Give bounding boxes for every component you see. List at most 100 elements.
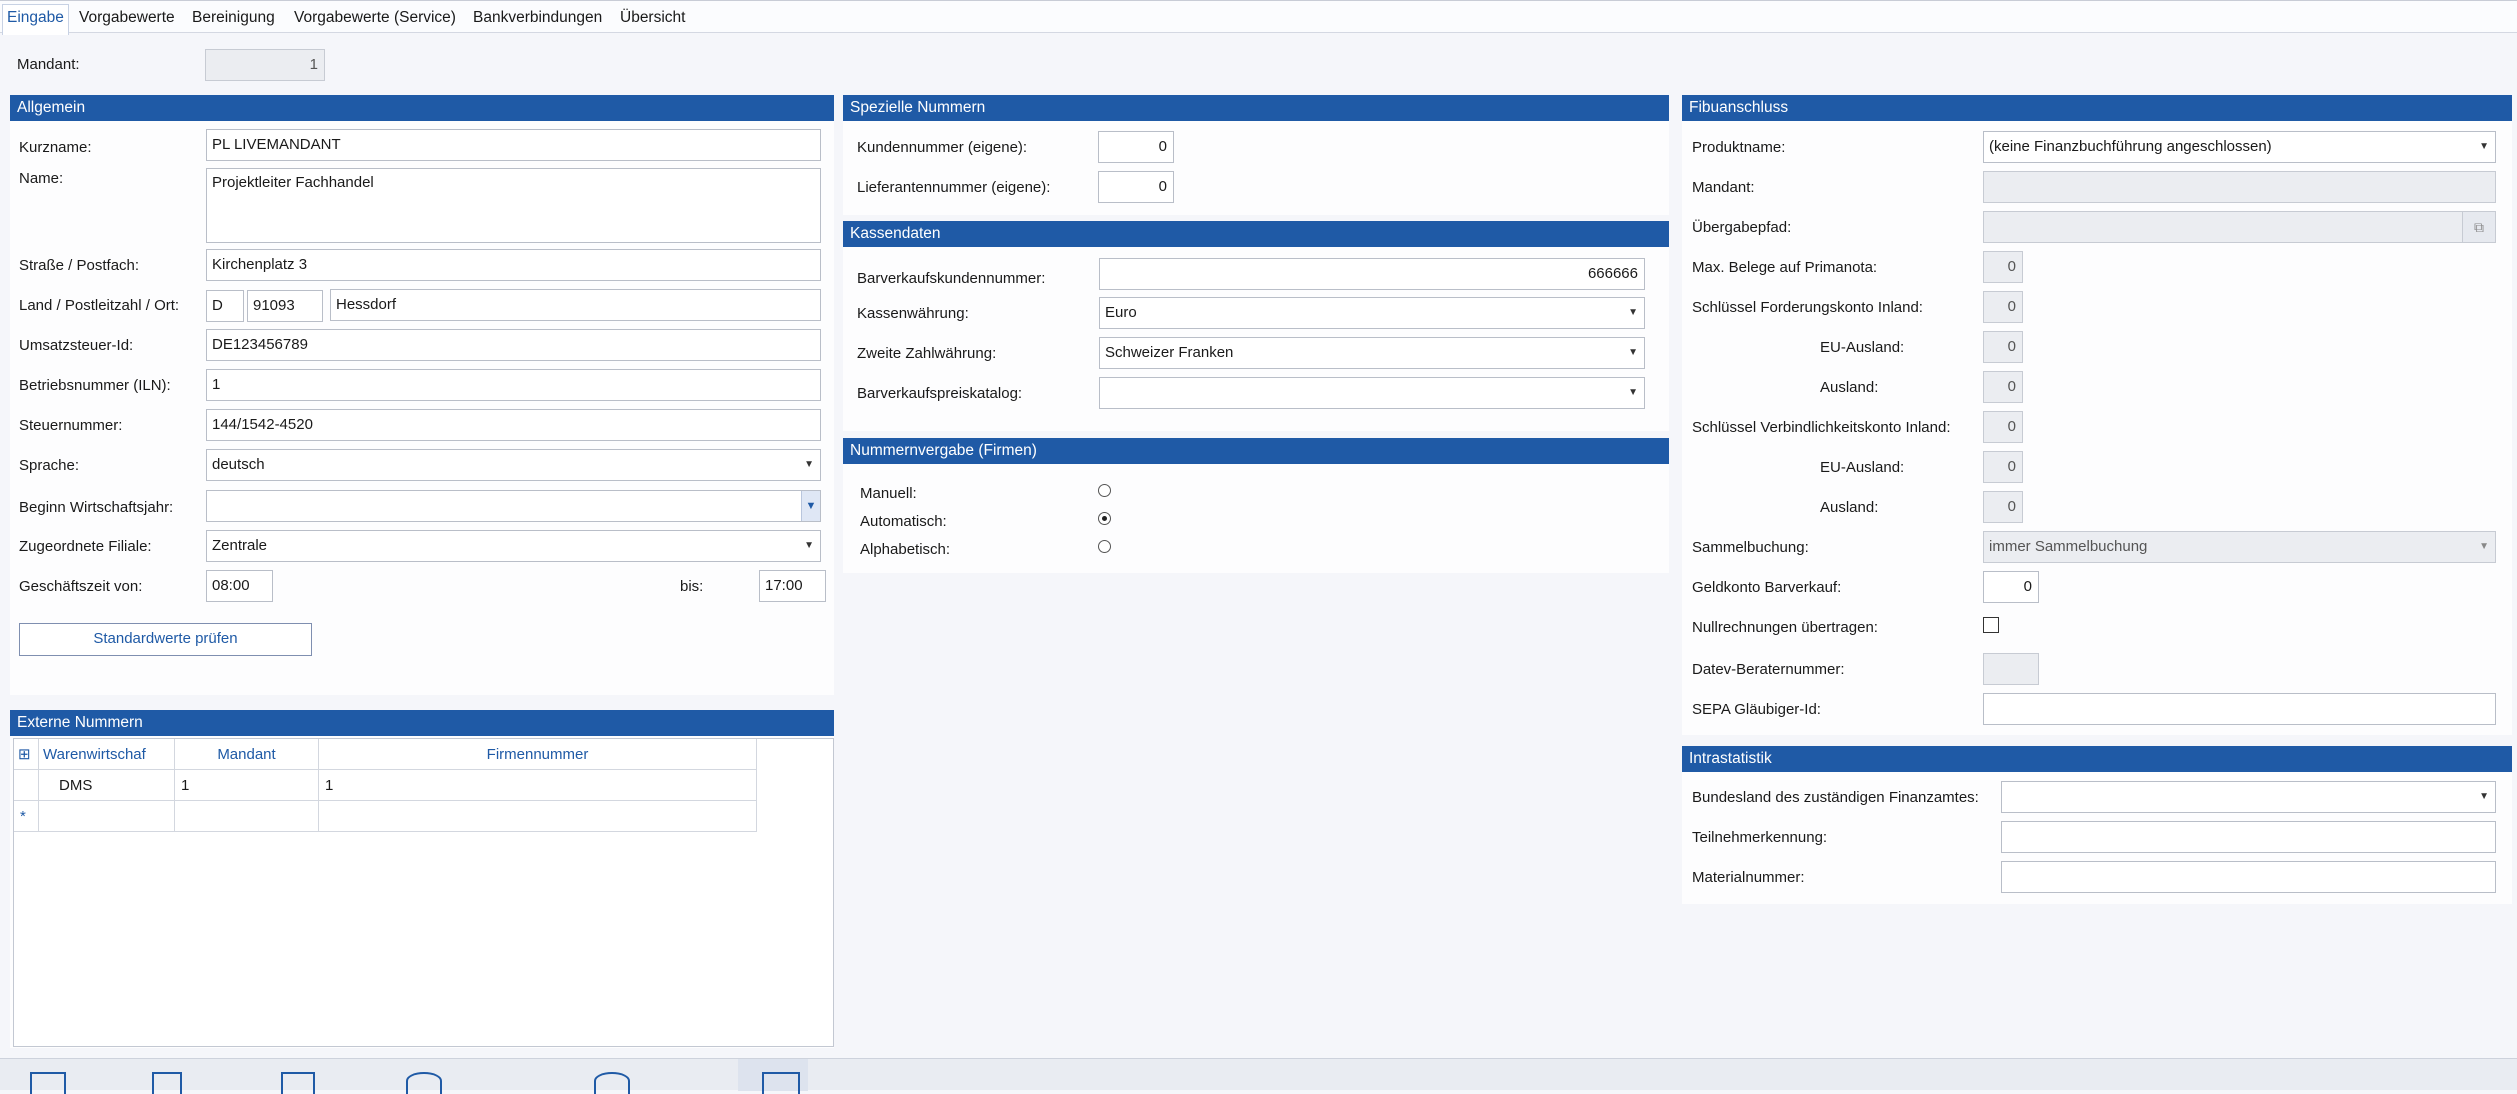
land-input[interactable]: D bbox=[206, 290, 244, 322]
fibu-mandant-input bbox=[1983, 171, 2496, 203]
grid-header-mandant[interactable]: Mandant bbox=[175, 739, 319, 770]
name-label: Name: bbox=[19, 170, 64, 187]
standardwerte-button[interactable]: Standardwerte prüfen bbox=[19, 623, 312, 656]
preiskatalog-select[interactable]: ▼ bbox=[1099, 377, 1645, 409]
belege-input: 0 bbox=[1983, 251, 2023, 283]
grid-cell-firmennummer[interactable]: 1 bbox=[319, 770, 757, 801]
tab-vorgabewerte-service[interactable]: Vorgabewerte (Service) bbox=[290, 5, 460, 31]
uebergabepfad-input: ⧉ bbox=[1983, 211, 2496, 243]
sprache-select[interactable]: deutsch ▼ bbox=[206, 449, 821, 481]
land-label: Land / Postleitzahl / Ort: bbox=[19, 297, 180, 314]
panel-fibuanschluss-header: Fibuanschluss bbox=[1682, 95, 2512, 121]
name-input[interactable]: Projektleiter Fachhandel bbox=[206, 168, 821, 243]
tab-vorgabewerte[interactable]: Vorgabewerte bbox=[75, 5, 179, 31]
strasse-input[interactable]: Kirchenplatz 3 bbox=[206, 249, 821, 281]
chevron-down-icon: ▼ bbox=[2479, 791, 2489, 802]
chevron-down-icon[interactable]: ▼ bbox=[801, 491, 820, 521]
grid-cell-mandant[interactable]: 1 bbox=[175, 770, 319, 801]
zeit-von-label: Geschäftszeit von: bbox=[19, 578, 143, 595]
chevron-down-icon: ▼ bbox=[804, 540, 814, 551]
uebergabepfad-label: Übergabepfad: bbox=[1692, 219, 1792, 236]
produktname-label: Produktname: bbox=[1692, 139, 1786, 156]
grid-new-cell[interactable] bbox=[39, 801, 175, 832]
zeit-von-input[interactable]: 08:00 bbox=[206, 570, 273, 602]
tab-bankverbindungen[interactable]: Bankverbindungen bbox=[469, 5, 606, 31]
door-icon[interactable] bbox=[152, 1072, 182, 1094]
panel-nummernvergabe: Nummernvergabe (Firmen) bbox=[843, 438, 1669, 573]
tab-eingabe[interactable]: Eingabe bbox=[2, 4, 69, 35]
sammelbuchung-select: immer Sammelbuchung ▼ bbox=[1983, 531, 2496, 563]
ust-input[interactable]: DE123456789 bbox=[206, 329, 821, 361]
grid-row-indicator bbox=[14, 770, 39, 801]
nullrechnungen-checkbox[interactable] bbox=[1983, 617, 1999, 633]
verbindlichkeit-input: 0 bbox=[1983, 411, 2023, 443]
zeit-bis-input[interactable]: 17:00 bbox=[759, 570, 826, 602]
lieferantennummer-label: Lieferantennummer (eigene): bbox=[857, 179, 1051, 196]
teilnehmer-label: Teilnehmerkennung: bbox=[1692, 829, 1828, 846]
grid-header-warenwirtschaft[interactable]: Warenwirtschaf bbox=[39, 739, 175, 770]
fibu-mandant-label: Mandant: bbox=[1692, 179, 1755, 196]
teilnehmer-input[interactable] bbox=[2001, 821, 2496, 853]
database-icon[interactable] bbox=[594, 1072, 630, 1094]
preiskatalog-label: Barverkaufspreiskatalog: bbox=[857, 385, 1023, 402]
save-icon[interactable] bbox=[281, 1072, 315, 1094]
grid-new-cell[interactable] bbox=[175, 801, 319, 832]
building-icon[interactable] bbox=[762, 1072, 800, 1094]
verbindlichkeit-label: Schlüssel Verbindlichkeitskonto Inland: bbox=[1692, 419, 1951, 436]
iln-input[interactable]: 1 bbox=[206, 369, 821, 401]
radio-alphabetisch[interactable] bbox=[1098, 540, 1111, 553]
iln-label: Betriebsnummer (ILN): bbox=[19, 377, 171, 394]
kassenwaehrung-select[interactable]: Euro ▼ bbox=[1099, 297, 1645, 329]
radio-automatisch-label: Automatisch: bbox=[860, 513, 947, 530]
grid-new-cell[interactable] bbox=[319, 801, 757, 832]
wj-select[interactable]: ▼ bbox=[206, 490, 821, 522]
materialnummer-input[interactable] bbox=[2001, 861, 2496, 893]
chevron-down-icon: ▼ bbox=[1628, 347, 1638, 358]
new-row-icon[interactable]: * bbox=[14, 801, 39, 832]
chevron-down-icon: ▼ bbox=[1628, 387, 1638, 398]
bundesland-select[interactable]: ▼ bbox=[2001, 781, 2496, 813]
zweite-waehrung-select[interactable]: Schweizer Franken ▼ bbox=[1099, 337, 1645, 369]
radio-automatisch[interactable] bbox=[1098, 512, 1111, 525]
window-icon[interactable] bbox=[30, 1072, 66, 1094]
datev-label: Datev-Beraternummer: bbox=[1692, 661, 1845, 678]
sepa-input[interactable] bbox=[1983, 693, 2496, 725]
tab-bereinigung[interactable]: Bereinigung bbox=[188, 5, 279, 31]
verbindlichkeit-ausland-label: Ausland: bbox=[1820, 499, 1879, 516]
barverkaufskunde-input[interactable]: 666666 bbox=[1099, 258, 1645, 290]
panel-allgemein-header: Allgemein bbox=[10, 95, 834, 121]
filiale-select[interactable]: Zentrale ▼ bbox=[206, 530, 821, 562]
tab-bar: Eingabe Vorgabewerte Bereinigung Vorgabe… bbox=[0, 0, 2517, 35]
produktname-select[interactable]: (keine Finanzbuchführung angeschlossen) … bbox=[1983, 131, 2496, 163]
database-icon[interactable] bbox=[406, 1072, 442, 1094]
forderung-label: Schlüssel Forderungskonto Inland: bbox=[1692, 299, 1923, 316]
barverkaufskunde-label: Barverkaufskundennummer: bbox=[857, 270, 1046, 287]
kurzname-label: Kurzname: bbox=[19, 139, 92, 156]
tab-uebersicht[interactable]: Übersicht bbox=[616, 5, 689, 31]
steuer-input[interactable]: 144/1542-4520 bbox=[206, 409, 821, 441]
panel-intrastatistik-header: Intrastatistik bbox=[1682, 746, 2512, 772]
forderung-input: 0 bbox=[1983, 291, 2023, 323]
grid-cell-ww[interactable]: DMS bbox=[39, 770, 175, 801]
plz-input[interactable]: 91093 bbox=[247, 290, 323, 322]
nullrechnungen-label: Nullrechnungen übertragen: bbox=[1692, 619, 1878, 636]
geldkonto-input[interactable]: 0 bbox=[1983, 571, 2039, 603]
folder-browse-icon[interactable]: ⧉ bbox=[2462, 212, 2495, 242]
grid-settings-icon[interactable]: ⊞ bbox=[14, 739, 39, 770]
forderung-ausland-label: Ausland: bbox=[1820, 379, 1879, 396]
kundennummer-input[interactable]: 0 bbox=[1098, 131, 1174, 163]
radio-alphabetisch-label: Alphabetisch: bbox=[860, 541, 951, 558]
grid-header-firmennummer[interactable]: Firmennummer bbox=[319, 739, 757, 770]
belege-label: Max. Belege auf Primanota: bbox=[1692, 259, 1878, 276]
bundesland-label: Bundesland des zuständigen Finanzamtes: bbox=[1692, 789, 1979, 806]
sammelbuchung-value: immer Sammelbuchung bbox=[1989, 538, 2148, 555]
lieferantennummer-input[interactable]: 0 bbox=[1098, 171, 1174, 203]
geldkonto-label: Geldkonto Barverkauf: bbox=[1692, 579, 1842, 596]
sammelbuchung-label: Sammelbuchung: bbox=[1692, 539, 1809, 556]
filiale-label: Zugeordnete Filiale: bbox=[19, 538, 152, 555]
radio-manuell[interactable] bbox=[1098, 484, 1111, 497]
kurzname-input[interactable]: PL LIVEMANDANT bbox=[206, 129, 821, 161]
ort-input[interactable]: Hessdorf bbox=[330, 289, 821, 321]
externe-grid: ⊞ Warenwirtschaf Mandant Firmennummer DM… bbox=[13, 738, 834, 1047]
filiale-value: Zentrale bbox=[212, 537, 268, 554]
